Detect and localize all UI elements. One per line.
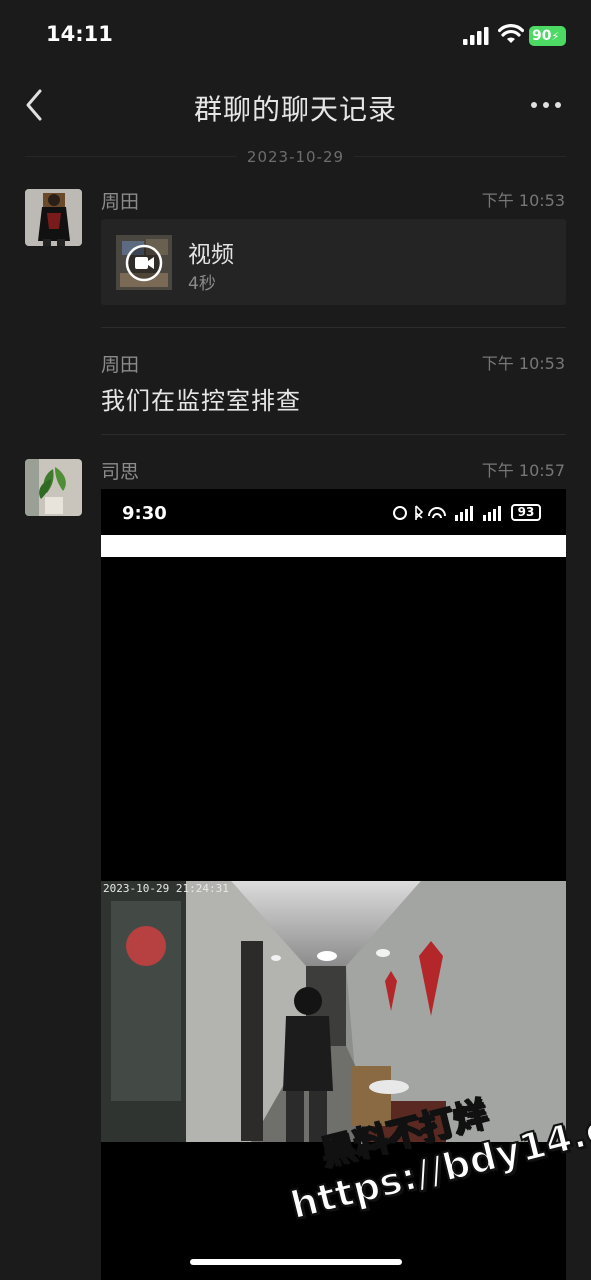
cctv-frame: 2023-10-29 21:24:31 — [101, 881, 566, 1142]
embedded-white-bar — [101, 535, 566, 557]
nav-bar: 群聊的聊天记录 — [0, 72, 591, 140]
avatar-sisi[interactable] — [25, 459, 82, 516]
message-time: 下午 10:53 — [481, 354, 565, 373]
wifi-icon — [498, 24, 524, 43]
embedded-status-time: 9:30 — [122, 503, 167, 524]
message-time: 下午 10:57 — [481, 461, 565, 480]
charging-bolt-icon: ⚡ — [551, 30, 560, 43]
message-text[interactable]: 我们在监控室排查 — [101, 381, 301, 416]
date-divider-text: 2023-10-29 — [236, 148, 355, 166]
video-thumbnail — [116, 235, 172, 290]
message-sender: 司思 — [101, 461, 140, 483]
video-camera-icon — [125, 244, 163, 282]
embedded-battery: 93 — [511, 504, 541, 521]
cctv-timestamp: 2023-10-29 21:24:31 — [103, 882, 229, 895]
image-message[interactable]: 9:30 93 2023-10-29 21:24:31 — [101, 489, 566, 1280]
home-indicator[interactable] — [190, 1259, 402, 1265]
avatar-image — [25, 459, 82, 516]
cctv-hallway-image — [101, 881, 566, 1142]
avatar-zhoutian[interactable] — [25, 189, 82, 246]
message-time: 下午 10:53 — [481, 191, 565, 210]
date-divider: 2023-10-29 — [0, 147, 591, 166]
cellular-signal-icon — [463, 27, 489, 45]
video-message-card[interactable]: 视频 4秒 — [101, 219, 566, 305]
video-duration: 4秒 — [188, 274, 216, 294]
message-sender: 周田 — [101, 191, 140, 213]
battery-level: 90 — [532, 28, 552, 44]
battery-indicator: 90⚡ — [529, 26, 566, 46]
status-time: 14:11 — [46, 22, 113, 46]
page-title: 群聊的聊天记录 — [193, 93, 397, 126]
video-label: 视频 — [188, 242, 234, 268]
avatar-image — [25, 189, 82, 246]
message-divider — [101, 434, 566, 435]
message-sender: 周田 — [101, 354, 140, 376]
message-divider — [101, 327, 566, 328]
status-bar: 14:11 90⚡ — [0, 0, 591, 72]
more-options-icon[interactable] — [530, 100, 562, 110]
